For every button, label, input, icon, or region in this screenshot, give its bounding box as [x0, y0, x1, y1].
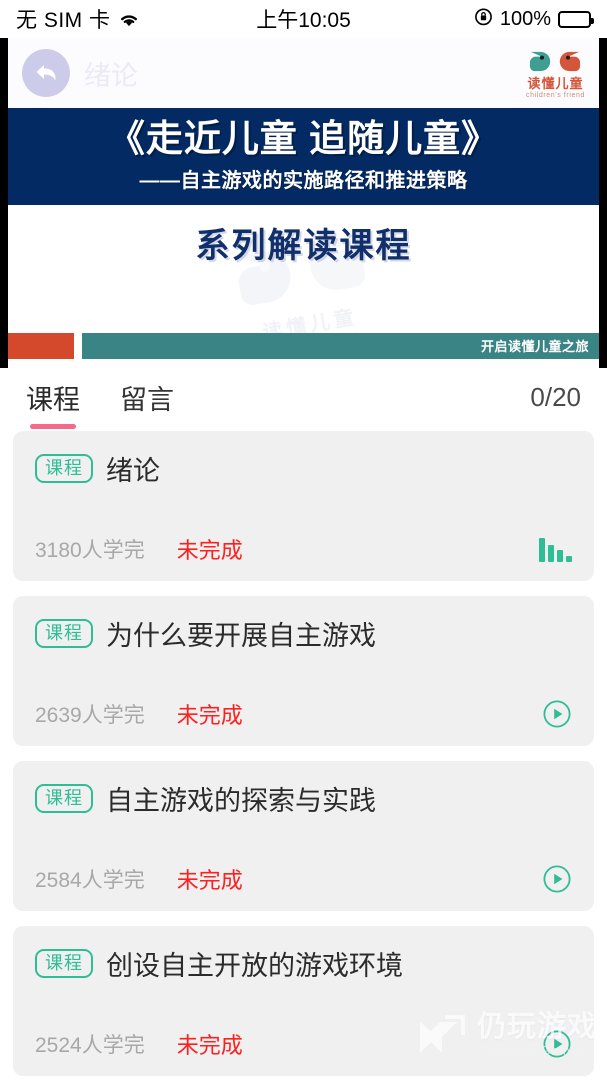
lesson-status: 未完成 — [176, 538, 243, 563]
slide-footer-band: 开启读懂儿童之旅 — [8, 332, 599, 359]
play-circle-icon[interactable] — [542, 864, 572, 894]
wifi-icon — [118, 11, 140, 28]
lesson-status: 未完成 — [176, 1033, 243, 1058]
back-button[interactable] — [22, 49, 70, 97]
tab-courses[interactable]: 课程 — [26, 378, 80, 429]
slide-title-band: 《走近儿童 追随儿童》 ——自主游戏的实施路径和推进策略 — [8, 108, 599, 205]
status-bar: 无 SIM 卡 上午10:05 100% — [0, 0, 607, 38]
lesson-footer: 3180人学完 未完成 — [35, 499, 572, 565]
lesson-badge: 课程 — [35, 619, 93, 648]
status-bar-right: 100% — [474, 7, 594, 31]
carrier-label: 无 SIM 卡 — [16, 9, 111, 32]
list-item[interactable]: 课程 为什么要开展自主游戏 2639人学完 未完成 — [13, 596, 594, 746]
tab-comments[interactable]: 留言 — [120, 378, 174, 429]
lesson-list: 课程 绪论 3180人学完 未完成 课程 为什么要开展自主游戏 2639人学完 … — [0, 423, 607, 1076]
list-item[interactable]: 课程 自主游戏的探索与实践 2584人学完 未完成 — [13, 761, 594, 911]
lesson-learner-count: 2639人学完 — [35, 704, 145, 727]
video-title-label: 绪论 — [84, 60, 138, 91]
slide-body: 读懂儿童 children's friend 系列解读课程 — [8, 204, 599, 333]
slide-footer-orange-block — [8, 332, 74, 359]
app-screen: 无 SIM 卡 上午10:05 100% 绪论 读懂儿童 children's … — [0, 0, 607, 1080]
lesson-badge: 课程 — [35, 454, 93, 483]
list-item[interactable]: 课程 创设自主开放的游戏环境 2524人学完 未完成 — [13, 926, 594, 1076]
battery-icon — [558, 10, 594, 28]
video-player[interactable]: 绪论 读懂儿童 children's friend 《走近儿童 追随儿童》 ——… — [0, 38, 607, 368]
slide-footer-gap — [74, 332, 82, 359]
lesson-footer: 2524人学完 未完成 — [35, 994, 572, 1060]
slide-series-title: 系列解读课程 — [195, 226, 412, 265]
lesson-header: 课程 绪论 — [35, 449, 572, 488]
lesson-footer: 2639人学完 未完成 — [35, 664, 572, 730]
video-header-overlay: 绪论 读懂儿童 children's friend — [8, 38, 599, 108]
lesson-footer: 2584人学完 未完成 — [35, 829, 572, 895]
lesson-learner-count: 2524人学完 — [35, 1034, 145, 1057]
progress-count: 0/20 — [530, 382, 581, 412]
brand-logo-icon — [527, 48, 583, 75]
rotation-lock-icon — [474, 7, 493, 31]
equalizer-playing-icon[interactable] — [539, 536, 572, 562]
tab-courses-label: 课程 — [26, 385, 80, 415]
slide-footer-teal-bar: 开启读懂儿童之旅 — [82, 332, 599, 359]
lesson-status: 未完成 — [176, 703, 243, 728]
play-circle-icon[interactable] — [542, 699, 572, 729]
slide-subtitle: ——自主游戏的实施路径和推进策略 — [139, 169, 468, 192]
slide-title: 《走近儿童 追随儿童》 — [107, 118, 500, 159]
lesson-title: 绪论 — [106, 456, 160, 486]
lesson-title: 为什么要开展自主游戏 — [106, 621, 376, 651]
battery-percent-label: 100% — [499, 7, 551, 30]
status-bar-left: 无 SIM 卡 — [16, 4, 140, 34]
slide-frame: 绪论 读懂儿童 children's friend 《走近儿童 追随儿童》 ——… — [8, 38, 599, 368]
lesson-status: 未完成 — [176, 868, 243, 893]
lesson-badge: 课程 — [35, 949, 93, 978]
brand-name-en: children's friend — [525, 91, 585, 99]
lesson-learner-count: 3180人学完 — [35, 539, 145, 562]
lesson-header: 课程 创设自主开放的游戏环境 — [35, 944, 572, 983]
lesson-title: 创设自主开放的游戏环境 — [106, 951, 403, 981]
lesson-badge: 课程 — [35, 784, 93, 813]
play-circle-icon[interactable] — [542, 1029, 572, 1059]
lesson-header: 课程 自主游戏的探索与实践 — [35, 779, 572, 818]
lesson-title: 自主游戏的探索与实践 — [106, 786, 376, 816]
lesson-learner-count: 2584人学完 — [35, 869, 145, 892]
tab-comments-label: 留言 — [120, 385, 174, 415]
list-item[interactable]: 课程 绪论 3180人学完 未完成 — [13, 431, 594, 581]
brand-name-cn: 读懂儿童 — [527, 75, 584, 91]
lesson-header: 课程 为什么要开展自主游戏 — [35, 614, 572, 653]
tab-bar: 课程 留言 0/20 — [0, 368, 607, 429]
back-arrow-icon — [31, 60, 61, 86]
brand-logo: 读懂儿童 children's friend — [526, 48, 585, 99]
slide-footer-text: 开启读懂儿童之旅 — [480, 339, 589, 355]
